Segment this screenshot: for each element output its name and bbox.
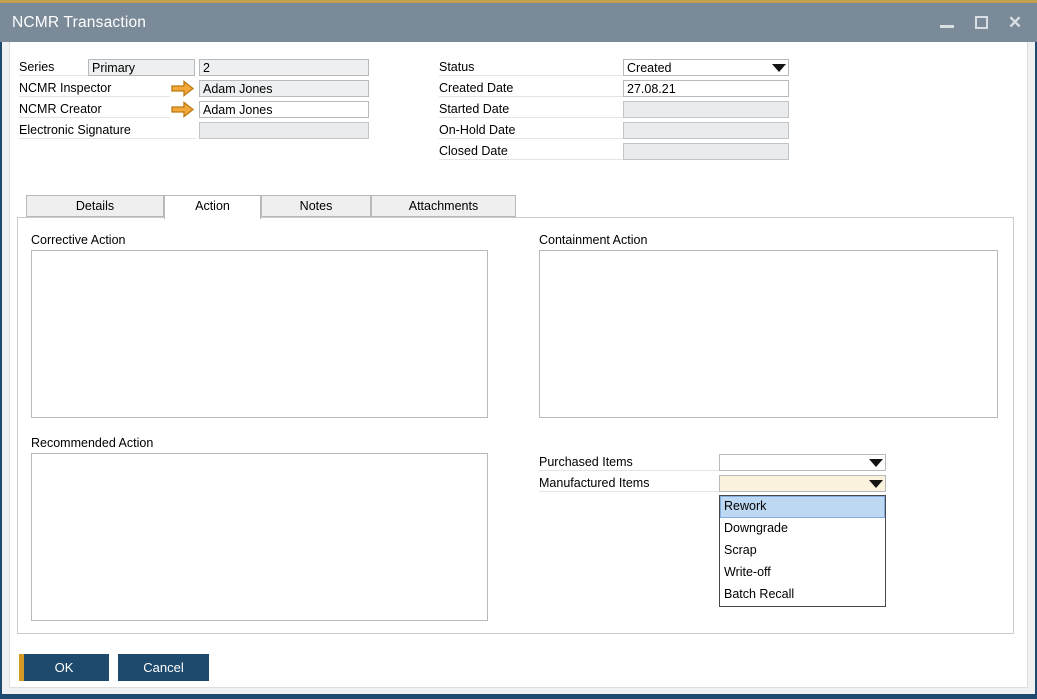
close-button[interactable]: ✕ [1005,13,1025,33]
maximize-button[interactable] [971,13,991,33]
cancel-button-label: Cancel [143,660,183,675]
manufactured-items-value[interactable] [719,475,886,492]
window-controls: ✕ [937,13,1025,33]
tab-notes[interactable]: Notes [261,195,371,217]
tab-attachments[interactable]: Attachments [371,195,516,217]
close-icon: ✕ [1008,14,1022,31]
containment-action-textarea[interactable] [539,250,998,418]
closed-date-label: Closed Date [439,143,623,160]
purchased-items-value[interactable] [719,454,886,471]
corrective-action-label: Corrective Action [31,232,125,249]
electronic-signature-input [199,122,369,139]
created-date-input[interactable] [623,80,789,97]
electronic-signature-label: Electronic Signature [19,122,196,139]
window-title: NCMR Transaction [12,14,146,32]
maximize-icon [975,16,988,29]
onhold-date-input [623,122,789,139]
option-rework[interactable]: Rework [720,496,885,518]
ncmr-inspector-label: NCMR Inspector [19,80,170,97]
ncmr-inspector-input[interactable] [199,80,369,97]
purchased-items-label: Purchased Items [539,454,719,471]
purchased-items-dropdown[interactable] [719,454,886,471]
ok-button-label: OK [55,660,74,675]
window-body: Series NCMR Inspector NCMR Creator Elect… [0,42,1037,699]
option-write-off[interactable]: Write-off [720,562,885,584]
recommended-action-label: Recommended Action [31,435,153,452]
titlebar[interactable]: NCMR Transaction ✕ [0,3,1037,42]
chevron-down-icon[interactable] [869,480,883,488]
minimize-button[interactable] [937,13,957,33]
manufactured-items-option-list: Rework Downgrade Scrap Write-off Batch R… [719,495,886,607]
manufactured-items-label: Manufactured Items [539,475,719,492]
ncmr-creator-input[interactable] [199,101,369,118]
ncmr-transaction-window: NCMR Transaction ✕ Series NCMR Inspector… [0,0,1037,699]
status-label: Status [439,59,623,76]
minimize-icon [940,25,954,28]
started-date-input [623,101,789,118]
status-dropdown[interactable] [623,59,789,76]
ok-button[interactable]: OK [19,654,109,681]
form-content: Series NCMR Inspector NCMR Creator Elect… [9,42,1028,688]
onhold-date-label: On-Hold Date [439,122,623,139]
option-batch-recall[interactable]: Batch Recall [720,584,885,606]
status-value[interactable] [623,59,789,76]
created-date-label: Created Date [439,80,623,97]
option-scrap[interactable]: Scrap [720,540,885,562]
tab-action[interactable]: Action [164,195,261,219]
closed-date-input [623,143,789,160]
started-date-label: Started Date [439,101,623,118]
ncmr-creator-label: NCMR Creator [19,101,170,118]
series-number-input[interactable] [199,59,369,76]
tab-details[interactable]: Details [26,195,164,217]
containment-action-label: Containment Action [539,232,647,249]
series-input[interactable] [88,59,195,76]
default-button-indicator [19,654,24,681]
option-downgrade[interactable]: Downgrade [720,518,885,540]
link-arrow-icon[interactable] [171,80,195,97]
chevron-down-icon[interactable] [869,459,883,467]
manufactured-items-dropdown[interactable] [719,475,886,492]
corrective-action-textarea[interactable] [31,250,488,418]
link-arrow-icon[interactable] [171,101,195,118]
recommended-action-textarea[interactable] [31,453,488,621]
chevron-down-icon[interactable] [772,64,786,72]
cancel-button[interactable]: Cancel [118,654,209,681]
series-label: Series [19,59,88,76]
